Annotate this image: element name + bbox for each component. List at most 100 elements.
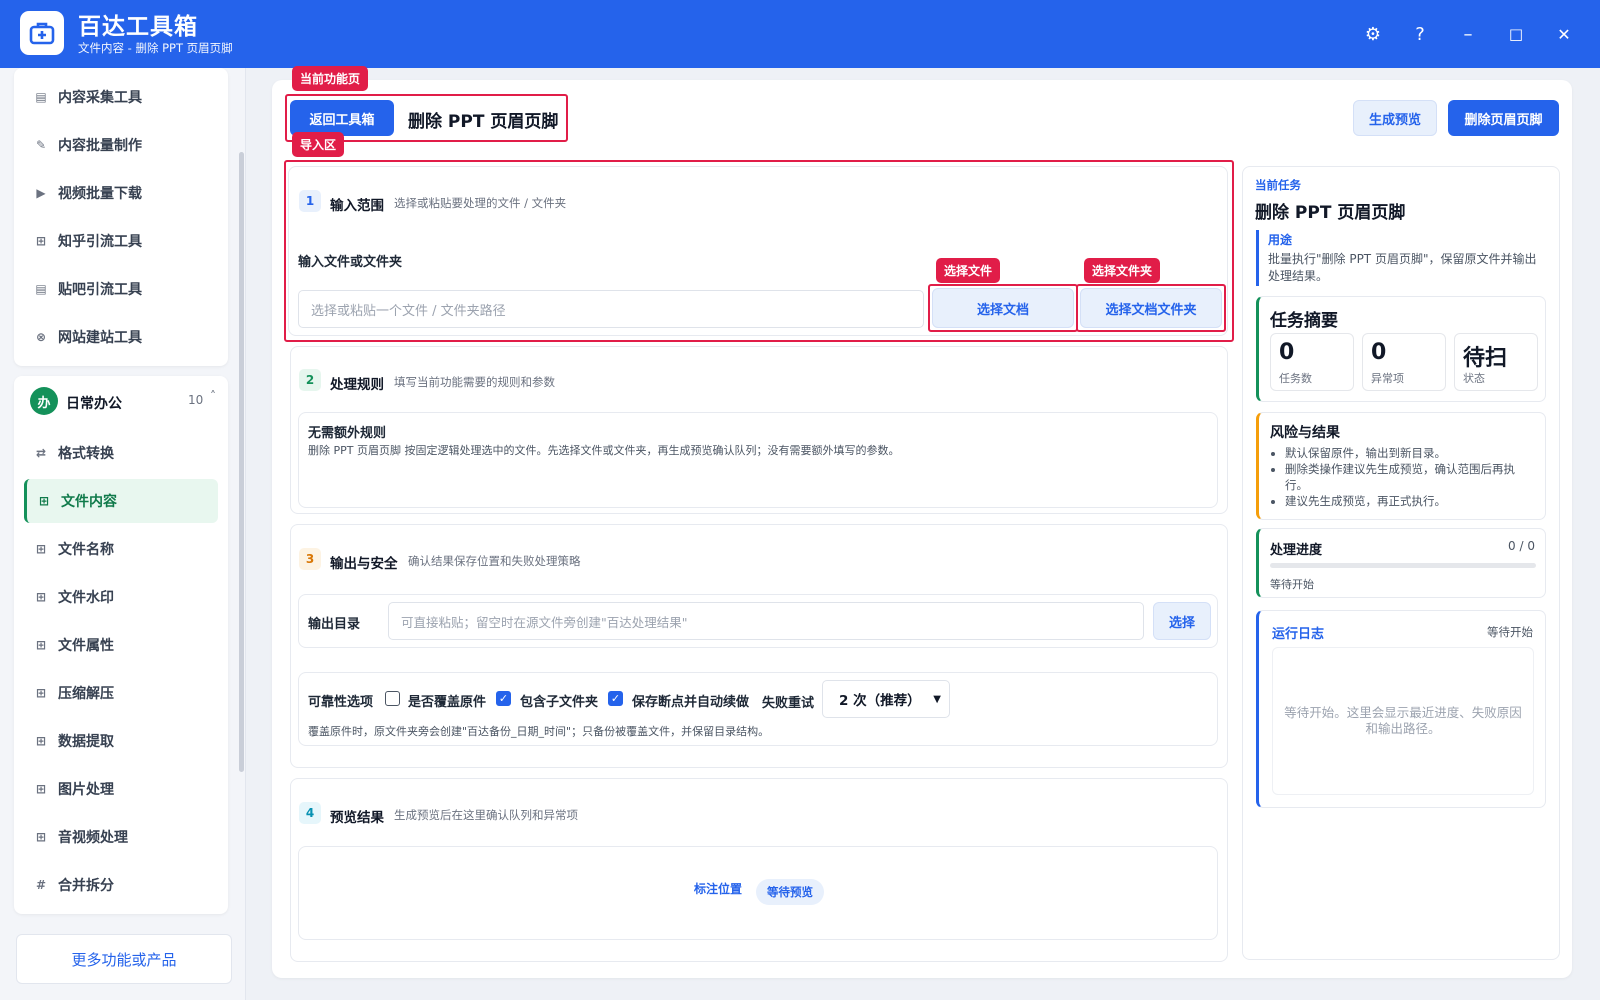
close-icon[interactable]: ✕: [1550, 20, 1578, 48]
stat-key: 状态: [1463, 372, 1485, 385]
sidebar-item-top-4[interactable]: ▤ 贴吧引流工具: [24, 267, 218, 311]
nav-item-icon: ⊞: [35, 782, 47, 796]
nav-item-icon: ⊞: [35, 234, 47, 248]
group-name[interactable]: 日常办公: [66, 393, 122, 413]
maximize-icon[interactable]: □: [1502, 20, 1530, 48]
nav-item-label: 格式转换: [58, 446, 114, 462]
settings-icon[interactable]: ⚙: [1359, 20, 1387, 48]
nav-item-icon: ⊞: [35, 734, 47, 748]
stat-value: 0: [1371, 340, 1387, 365]
select-output-button[interactable]: 选择: [1153, 602, 1211, 640]
stat-value: 0: [1279, 340, 1295, 365]
usage-label: 用途: [1268, 233, 1293, 247]
mark-position-link[interactable]: 标注位置: [694, 880, 742, 897]
section-1-title: 输入范围: [330, 198, 384, 214]
retry-select[interactable]: 2 次（推荐） ▼: [822, 680, 950, 718]
sidebar-item-top-5[interactable]: ⊗ 网站建站工具: [24, 315, 218, 359]
annotation-current-page: 当前功能页: [292, 66, 369, 91]
risk-item: 建议先生成预览，再正式执行。: [1285, 493, 1537, 509]
output-dir-input[interactable]: 可直接粘贴；留空时在源文件旁创建"百达处理结果": [388, 602, 1144, 640]
section-3-title: 输出与安全: [330, 556, 398, 572]
overwrite-checkbox[interactable]: [385, 691, 400, 706]
nav-item-label: 网站建站工具: [58, 330, 142, 346]
sidebar-item-office-3[interactable]: ⊞ 文件水印: [24, 575, 218, 619]
group-badge: 办: [30, 387, 58, 415]
app-subtitle: 文件内容 - 删除 PPT 页眉页脚: [78, 41, 233, 55]
include-subfolders-checkbox[interactable]: ✓: [496, 691, 511, 706]
stat-key: 任务数: [1279, 372, 1312, 385]
log-status: 等待开始: [1487, 625, 1533, 639]
preview-status-badge: 等待预览: [756, 879, 824, 905]
section-1-desc: 选择或粘贴要处理的文件 / 文件夹: [394, 196, 567, 210]
rule-title: 无需额外规则: [308, 426, 387, 441]
more-products-button[interactable]: 更多功能或产品: [16, 934, 232, 984]
nav-item-icon: ✎: [35, 138, 47, 152]
overwrite-label: 是否覆盖原件: [408, 695, 487, 710]
path-input[interactable]: 选择或粘贴一个文件 / 文件夹路径: [298, 290, 924, 328]
log-title: 运行日志: [1272, 627, 1325, 642]
output-dir-label: 输出目录: [308, 617, 361, 632]
nav-item-icon: ⊞: [35, 830, 47, 844]
task-summary-card: 任务摘要 0 任务数 0 异常项 待扫 状态: [1256, 296, 1546, 402]
page-title: 删除 PPT 页眉页脚: [408, 112, 559, 132]
select-document-button[interactable]: 选择文档: [932, 288, 1074, 328]
sidebar-item-office-6[interactable]: ⊞ 数据提取: [24, 719, 218, 763]
nav-item-label: 压缩解压: [58, 686, 114, 702]
nav-item-label: 文件水印: [58, 590, 114, 606]
retry-value: 2 次（推荐）: [839, 693, 921, 709]
select-document-folder-button[interactable]: 选择文档文件夹: [1080, 288, 1222, 328]
progress-card: 处理进度 0 / 0 等待开始: [1256, 528, 1546, 598]
nav-item-icon: ⊗: [35, 330, 47, 344]
section-2-number: 2: [299, 369, 321, 391]
generate-preview-button[interactable]: 生成预览: [1353, 100, 1437, 136]
retry-label: 失败重试: [762, 696, 815, 711]
sidebar-item-office-0[interactable]: ⇄ 格式转换: [24, 431, 218, 475]
sidebar-item-office-4[interactable]: ⊞ 文件属性: [24, 623, 218, 667]
sidebar-item-office-8[interactable]: ⊞ 音视频处理: [24, 815, 218, 859]
chevron-up-icon[interactable]: ˄: [210, 389, 216, 403]
nav-item-label: 合并拆分: [58, 878, 114, 894]
sidebar-item-top-0[interactable]: ▤ 内容采集工具: [24, 75, 218, 119]
rule-box: [298, 412, 1218, 508]
current-task-title: 删除 PPT 页眉页脚: [1255, 203, 1406, 223]
sidebar-item-office-2[interactable]: ⊞ 文件名称: [24, 527, 218, 571]
stat-task-count: 0 任务数: [1270, 333, 1354, 391]
stat-status: 待扫 状态: [1454, 333, 1538, 391]
progress-status: 等待开始: [1270, 578, 1314, 591]
usage-text: 批量执行"删除 PPT 页眉页脚"，保留原文件并输出处理结果。: [1268, 252, 1537, 283]
section-2-desc: 填写当前功能需要的规则和参数: [394, 375, 555, 389]
sidebar-scrollbar[interactable]: [239, 152, 244, 772]
progress-count: 0 / 0: [1508, 539, 1535, 553]
nav-item-label: 贴吧引流工具: [58, 282, 142, 298]
annotation-select-file: 选择文件: [936, 258, 1001, 283]
include-subfolders-label: 包含子文件夹: [520, 695, 599, 710]
annotation-select-folder: 选择文件夹: [1084, 258, 1161, 283]
sidebar-item-office-1[interactable]: ⊞ 文件内容: [24, 479, 218, 523]
summary-title: 任务摘要: [1270, 311, 1338, 331]
sidebar-item-office-5[interactable]: ⊞ 压缩解压: [24, 671, 218, 715]
nav-item-label: 文件属性: [58, 638, 114, 654]
sidebar-item-top-2[interactable]: ▶ 视频批量下载: [24, 171, 218, 215]
app-title: 百达工具箱: [78, 14, 198, 40]
help-icon[interactable]: ?: [1406, 20, 1434, 48]
run-log-card: 运行日志 等待开始 等待开始。这里会显示最近进度、失败原因和输出路径。: [1256, 610, 1546, 808]
section-4-number: 4: [299, 802, 321, 824]
current-task-label: 当前任务: [1255, 178, 1301, 192]
delete-header-footer-button[interactable]: 删除页眉页脚: [1448, 100, 1559, 136]
risk-title: 风险与结果: [1270, 425, 1340, 441]
section-4-desc: 生成预览后在这里确认队列和异常项: [394, 808, 578, 822]
sidebar-item-top-3[interactable]: ⊞ 知乎引流工具: [24, 219, 218, 263]
nav-item-icon: ⊞: [35, 686, 47, 700]
sidebar-item-office-9[interactable]: # 合并拆分: [24, 863, 218, 907]
stat-exceptions: 0 异常项: [1362, 333, 1446, 391]
nav-item-icon: ⊞: [35, 590, 47, 604]
sidebar-item-office-7[interactable]: ⊞ 图片处理: [24, 767, 218, 811]
nav-item-label: 知乎引流工具: [58, 234, 142, 250]
back-to-toolbox-button[interactable]: 返回工具箱: [290, 100, 394, 136]
minimize-icon[interactable]: –: [1454, 20, 1482, 48]
group-count: 10: [188, 393, 204, 407]
input-field-label: 输入文件或文件夹: [298, 255, 403, 270]
usage-accent: [1256, 230, 1259, 286]
sidebar-item-top-1[interactable]: ✎ 内容批量制作: [24, 123, 218, 167]
resume-checkbox[interactable]: ✓: [608, 691, 623, 706]
